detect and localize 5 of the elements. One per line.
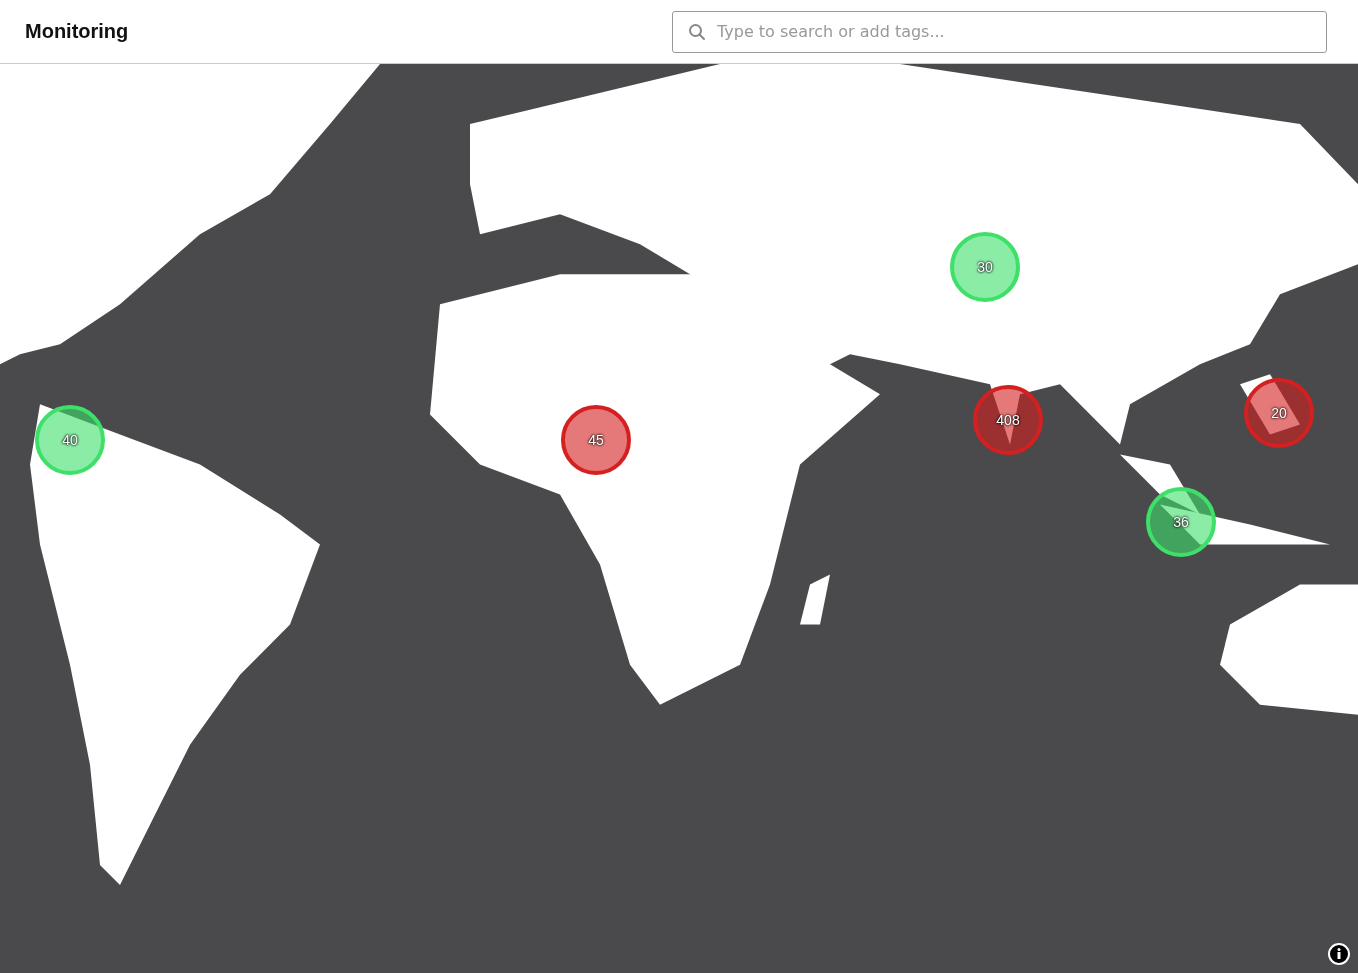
search-field[interactable]: Type to search or add tags... xyxy=(672,10,1327,53)
page-title: Monitoring xyxy=(25,20,129,43)
cluster-marker[interactable]: 20 xyxy=(1244,378,1314,448)
cluster-marker[interactable]: 408 xyxy=(973,385,1043,455)
cluster-marker[interactable]: 45 xyxy=(561,405,631,475)
